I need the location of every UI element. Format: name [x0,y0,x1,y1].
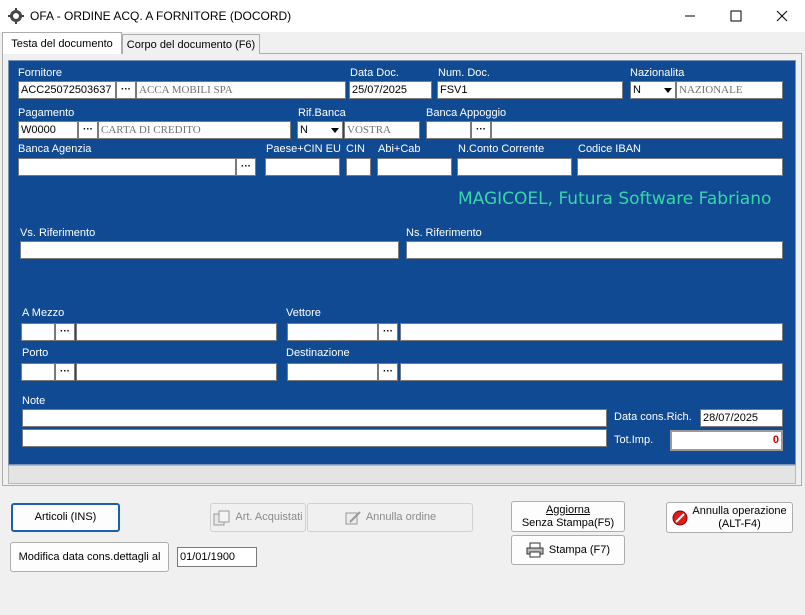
banca-appoggio-lookup-button[interactable]: ··· [471,121,491,139]
maximize-icon [730,10,742,22]
articoli-button[interactable]: Articoli (INS) [11,503,120,532]
stampa-button[interactable]: Stampa (F7) [511,535,625,565]
vs-riferimento-field[interactable] [20,241,399,259]
close-button[interactable] [759,0,805,32]
pagamento-label: Pagamento [18,107,75,119]
fornitore-code-field[interactable]: ACC25072503637 [18,81,116,99]
tot-imp-label: Tot.Imp. [614,434,654,446]
pagamento-code-field[interactable]: W0000 [18,121,78,139]
rif-banca-label: Rif.Banca [298,107,346,119]
panel-status-strip [8,465,796,484]
note-line-1-field[interactable] [22,409,607,427]
nazionalita-label: Nazionalita [630,67,685,79]
app-gear-icon [8,8,24,24]
rif-banca-desc-field: VOSTRA [344,121,420,139]
conto-label: N.Conto Corrente [458,143,545,155]
aggiorna-label-2: Senza Stampa(F5) [521,516,615,529]
data-doc-label: Data Doc. [350,67,399,79]
fornitore-lookup-button[interactable]: ··· [116,81,136,99]
abi-cab-label: Abi+Cab [378,143,421,155]
destinazione-lookup-button[interactable]: ··· [378,363,398,381]
paese-cin-field[interactable] [265,158,340,176]
pagamento-desc-field: CARTA DI CREDITO [98,121,291,139]
minimize-icon [685,15,695,17]
tab-corpo-documento[interactable]: Corpo del documento (F6) [122,34,260,54]
aggiorna-button[interactable]: Aggiorna Senza Stampa(F5) [511,501,625,532]
banca-appoggio-desc-field [491,121,783,139]
a-mezzo-label: A Mezzo [22,307,65,319]
banca-appoggio-code-field[interactable] [426,121,471,139]
annulla-ordine-button[interactable]: Annulla ordine [307,503,473,532]
pagamento-lookup-button[interactable]: ··· [78,121,98,139]
data-cons-label: Data cons.Rich. [614,411,692,423]
num-doc-field[interactable]: FSV1 [437,81,623,99]
annulla-operazione-text: Annulla operazione (ALT-F4) [692,505,786,531]
stampa-label: Stampa (F7) [548,543,611,556]
vettore-code-field[interactable] [287,323,378,341]
art-acquistati-button[interactable]: Art. Acquistati [210,503,306,532]
edit-icon [345,510,361,524]
dropdown-arrow-icon [331,128,339,133]
art-acquistati-label: Art. Acquistati [235,511,303,523]
annulla-operazione-label-2: (ALT-F4) [718,517,761,530]
tot-imp-field: 0 [670,430,783,451]
data-doc-field[interactable]: 25/07/2025 [349,81,432,99]
banca-agenzia-label: Banca Agenzia [18,143,92,155]
num-doc-label: Num. Doc. [438,67,490,79]
annulla-operazione-button[interactable]: Annulla operazione (ALT-F4) [666,502,793,533]
ns-riferimento-field[interactable] [406,241,783,259]
a-mezzo-code-field[interactable] [21,323,55,341]
tab-testa-documento[interactable]: Testa del documento [2,32,122,54]
modifica-data-button[interactable]: Modifica data cons.dettagli al [10,542,169,572]
minimize-button[interactable] [667,0,713,32]
modifica-data-field[interactable]: 01/01/1900 [177,547,257,567]
nazionalita-desc-field: NAZIONALE [676,81,783,99]
iban-label: Codice IBAN [578,143,641,155]
fornitore-label: Fornitore [18,67,63,79]
printer-icon [526,542,544,558]
destinazione-label: Destinazione [286,347,350,359]
vs-riferimento-label: Vs. Riferimento [20,227,96,239]
note-label: Note [22,395,46,407]
vendor-watermark: MAGICOEL, Futura Software Fabriano [458,189,772,209]
aggiorna-label-1: Aggiorna [545,503,591,516]
abi-cab-field[interactable] [377,158,452,176]
cin-label: CIN [346,143,365,155]
vettore-label: Vettore [286,307,321,319]
destinazione-code-field[interactable] [287,363,378,381]
destinazione-desc-field [400,363,783,381]
rif-banca-selected: N [300,124,308,136]
nazionalita-select[interactable]: N [630,81,676,99]
copy-icon [213,510,230,525]
vettore-lookup-button[interactable]: ··· [378,323,398,341]
dropdown-arrow-icon [664,88,672,93]
annulla-operazione-label-1: Annulla operazione [692,504,787,517]
porto-lookup-button[interactable]: ··· [55,363,75,381]
data-cons-field[interactable]: 28/07/2025 [700,409,783,427]
porto-label: Porto [22,347,49,359]
nazionalita-selected: N [633,84,641,96]
annulla-ordine-label: Annulla ordine [365,511,437,523]
a-mezzo-lookup-button[interactable]: ··· [55,323,75,341]
a-mezzo-desc-field [76,323,277,341]
banca-agenzia-field[interactable] [18,158,236,176]
porto-desc-field [76,363,277,381]
ns-riferimento-label: Ns. Riferimento [406,227,482,239]
fornitore-name-field: ACCA MOBILI SPA [136,81,346,99]
banca-agenzia-lookup-button[interactable]: ··· [236,158,256,176]
conto-field[interactable] [457,158,572,176]
vettore-desc-field [400,323,783,341]
note-line-2-field[interactable] [22,429,607,447]
window-title: OFA - ORDINE ACQ. A FORNITORE (DOCORD) [30,9,292,23]
iban-field[interactable] [577,158,783,176]
cancel-icon [672,510,688,525]
porto-code-field[interactable] [21,363,55,381]
paese-cin-label: Paese+CIN EU [266,143,341,155]
cin-field[interactable] [346,158,371,176]
maximize-button[interactable] [713,0,759,32]
close-icon [776,10,788,22]
banca-appoggio-label: Banca Appoggio [426,107,507,119]
rif-banca-select[interactable]: N [297,121,343,139]
